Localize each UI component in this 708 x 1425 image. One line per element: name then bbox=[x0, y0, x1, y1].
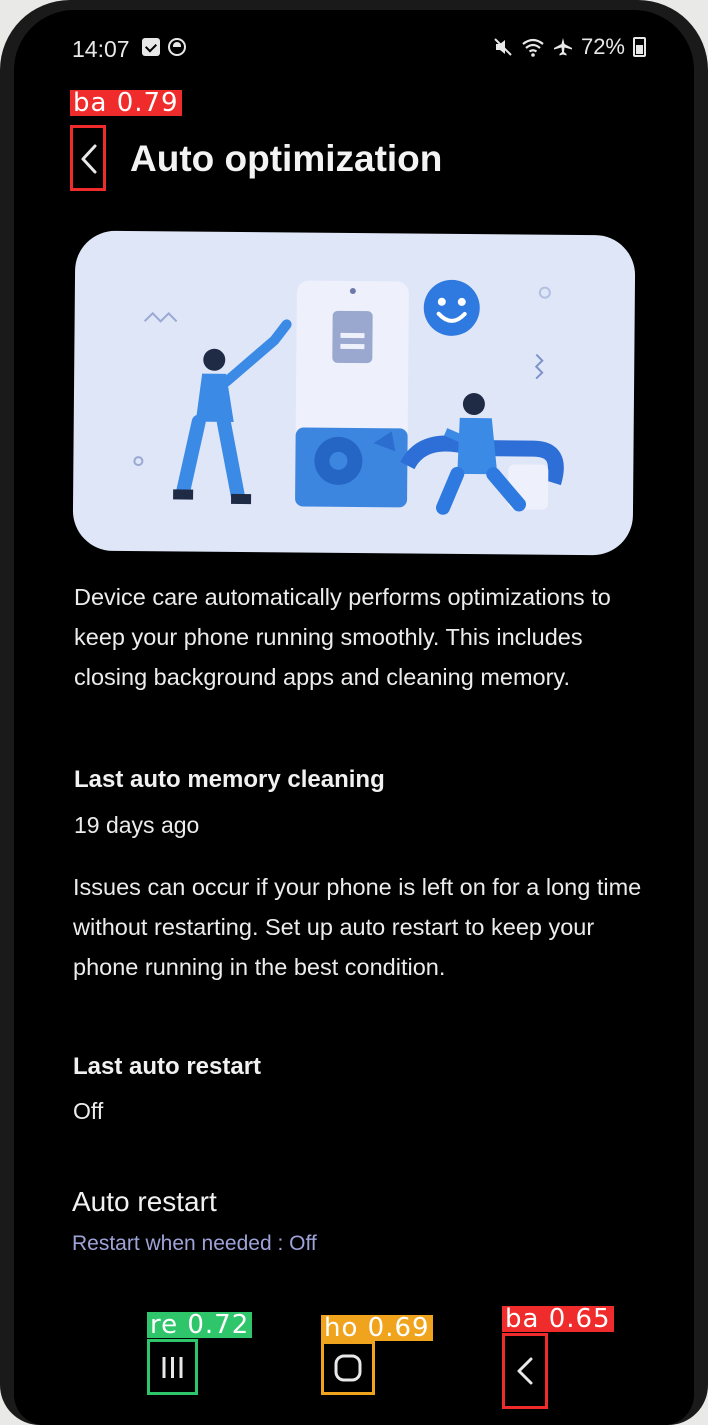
status-bar: 14:07 72% bbox=[14, 10, 694, 80]
detection-label-recents: re 0.72 bbox=[147, 1312, 253, 1338]
last-restart-heading: Last auto restart bbox=[73, 1053, 262, 1080]
auto-optimization-illustration bbox=[72, 230, 636, 556]
intro-description: Device care automatically performs optim… bbox=[74, 584, 611, 690]
recents-button[interactable] bbox=[147, 1339, 198, 1395]
memory-cleaning-heading: Last auto memory cleaning bbox=[74, 766, 385, 793]
back-arrow-icon bbox=[81, 144, 97, 174]
restart-description: Issues can occur if your phone is left o… bbox=[73, 874, 642, 980]
home-icon bbox=[334, 1354, 362, 1382]
message-icon bbox=[142, 38, 160, 56]
recents-icon bbox=[162, 1357, 183, 1378]
detection-label-nav-back: ba 0.65 bbox=[502, 1306, 614, 1332]
memory-cleaning-value: 19 days ago bbox=[74, 812, 200, 838]
last-restart-value: Off bbox=[73, 1098, 104, 1124]
status-right-icons: 72% bbox=[493, 34, 646, 60]
battery-icon bbox=[633, 37, 646, 57]
auto-restart-title: Auto restart bbox=[72, 1186, 217, 1217]
auto-restart-subtitle: Restart when needed : Off bbox=[72, 1232, 317, 1255]
phone-screen: 14:07 72% ba 0.79 Auto optimization Devi… bbox=[14, 10, 694, 1425]
page-title: Auto optimization bbox=[130, 138, 443, 179]
status-time: 14:07 bbox=[72, 36, 130, 62]
back-button[interactable] bbox=[70, 125, 106, 191]
detection-label-header-back: ba 0.79 bbox=[70, 90, 182, 116]
sync-icon bbox=[168, 38, 186, 56]
battery-percentage: 72% bbox=[580, 34, 625, 59]
detection-label-home: ho 0.69 bbox=[321, 1315, 433, 1341]
home-button[interactable] bbox=[321, 1341, 375, 1395]
wifi-icon bbox=[522, 38, 544, 57]
mute-icon bbox=[494, 38, 512, 56]
nav-back-button[interactable] bbox=[502, 1333, 548, 1409]
airplane-icon bbox=[553, 38, 572, 56]
nav-back-icon bbox=[517, 1357, 533, 1385]
